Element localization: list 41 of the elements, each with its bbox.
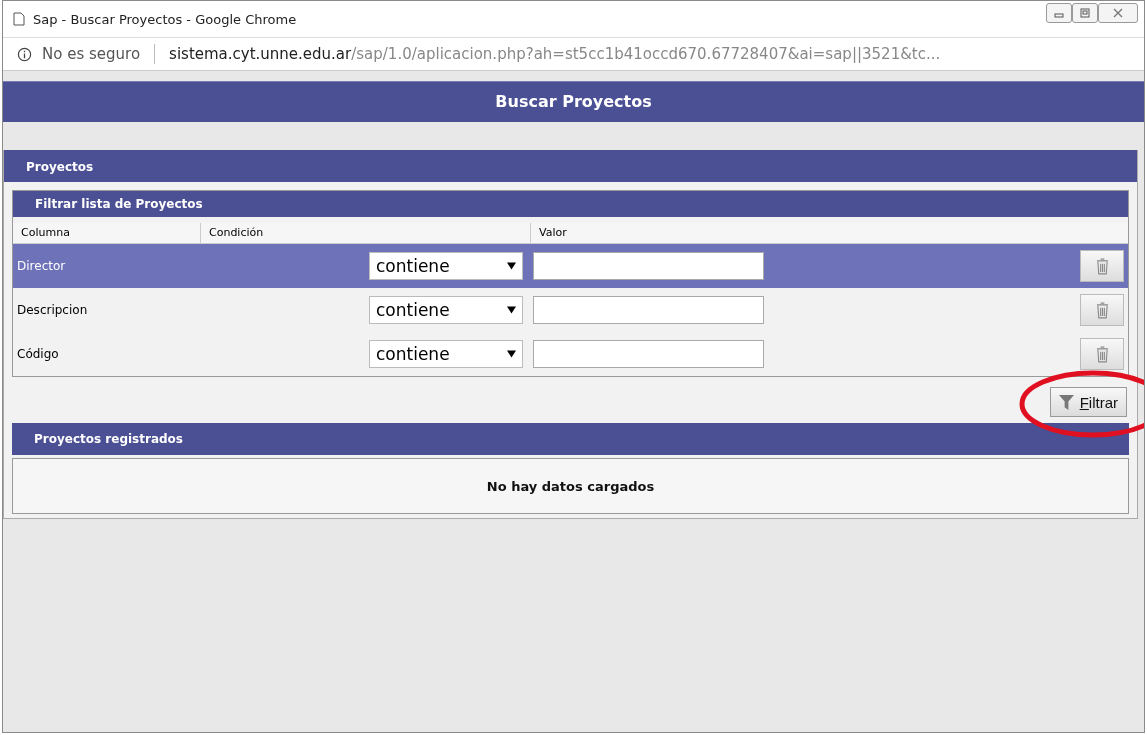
condition-select[interactable]: contiene — [369, 252, 523, 280]
funnel-icon — [1058, 393, 1074, 411]
maximize-button[interactable] — [1072, 3, 1098, 23]
close-button[interactable] — [1098, 3, 1138, 23]
dropdown-arrow-icon — [507, 306, 516, 314]
column-header: Condición — [201, 223, 531, 243]
delete-button[interactable] — [1080, 338, 1124, 370]
trash-icon — [1095, 301, 1109, 319]
section-header: Proyectos registrados — [12, 423, 1129, 455]
trash-icon — [1095, 345, 1109, 363]
filter-row[interactable]: Director contiene — [13, 244, 1128, 288]
condition-select[interactable]: contiene — [369, 296, 523, 324]
page-icon — [13, 12, 25, 26]
maximize-icon — [1080, 8, 1090, 18]
address-url[interactable]: sistema.cyt.unne.edu.ar/sap/1.0/aplicacion.php?ah=st5cc1b41occd670.67728407&ai=sap||3521&tc... — [169, 45, 941, 63]
row-label: Descripcion — [16, 303, 89, 317]
section-header: Filtrar lista de Proyectos — [13, 191, 1128, 217]
delete-button[interactable] — [1080, 294, 1124, 326]
row-label: Director — [16, 259, 67, 273]
delete-button[interactable] — [1080, 250, 1124, 282]
dropdown-arrow-icon — [507, 262, 516, 270]
row-label: Código — [16, 347, 60, 361]
filter-button[interactable]: Filtrar — [1049, 387, 1127, 417]
empty-message: No hay datos cargados — [486, 478, 655, 494]
page-header: Buscar Proyectos — [3, 81, 1144, 122]
security-label[interactable]: No es seguro — [42, 45, 141, 63]
filter-row[interactable]: Código contiene — [13, 332, 1128, 376]
value-field[interactable] — [533, 340, 764, 368]
value-field[interactable] — [533, 252, 764, 280]
window-title: Sap - Buscar Proyectos - Google Chrome — [33, 11, 297, 27]
trash-icon — [1095, 257, 1109, 275]
minimize-button[interactable] — [1046, 3, 1072, 23]
column-header: Columna — [13, 223, 201, 243]
value-field[interactable] — [533, 296, 764, 324]
column-header: Valor — [538, 225, 568, 241]
filter-row[interactable]: Descripcion contiene — [13, 288, 1128, 332]
dropdown-arrow-icon — [507, 350, 516, 358]
condition-select[interactable]: contiene — [369, 340, 523, 368]
panel-header: Proyectos — [4, 150, 1137, 182]
info-icon[interactable] — [17, 46, 32, 62]
close-icon — [1113, 8, 1123, 18]
